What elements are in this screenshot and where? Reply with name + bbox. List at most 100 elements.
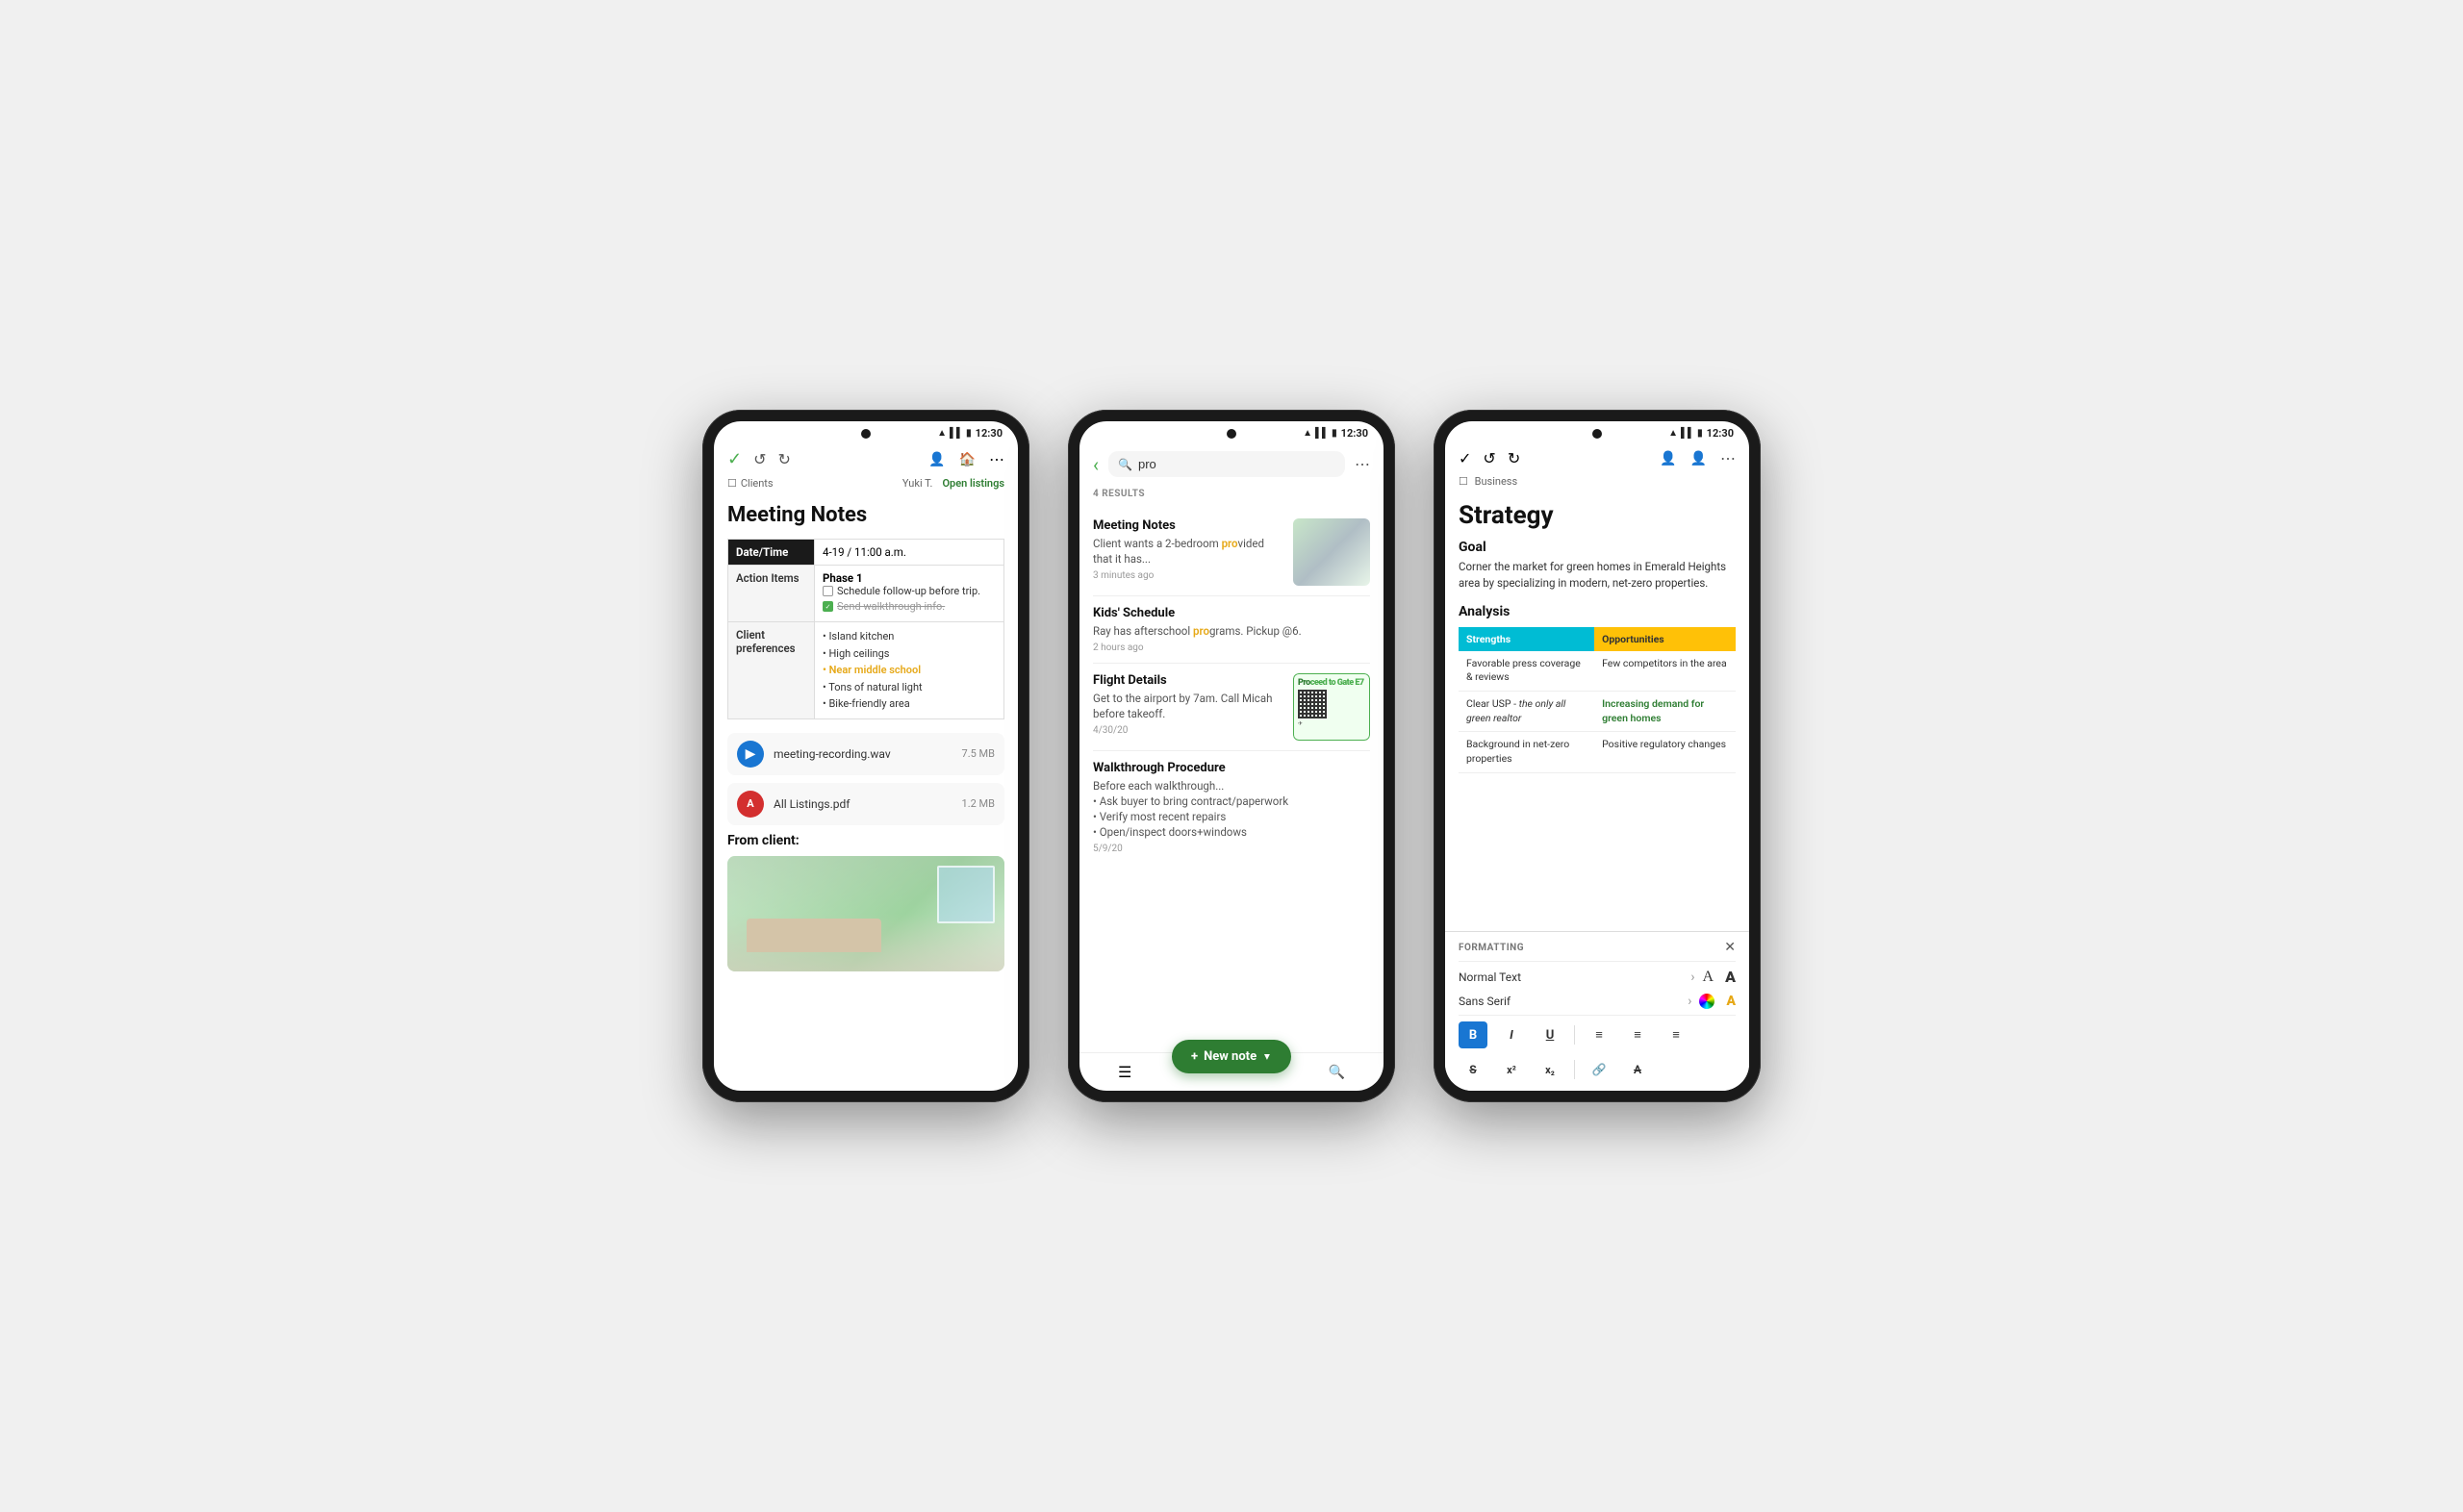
checkbox-label-2: Send walkthrough info. [837, 600, 945, 613]
search-result-1[interactable]: Meeting Notes Client wants a 2-bedroom p… [1093, 509, 1370, 596]
check-button-3[interactable]: ✓ [1459, 449, 1471, 467]
time-3: 12:30 [1707, 427, 1734, 440]
result-2-title: Kids' Schedule [1093, 606, 1370, 620]
new-note-fab[interactable]: + New note ▲ [1172, 1040, 1291, 1073]
strengths-header: Strengths [1459, 627, 1594, 651]
sans-serif-label: Sans Serif [1459, 995, 1680, 1008]
checkbox-label-1: Schedule follow-up before trip. [837, 585, 980, 597]
sans-serif-row[interactable]: Sans Serif › A [1445, 990, 1749, 1013]
goal-text: Corner the market for green homes in Eme… [1459, 559, 1736, 592]
result-3-thumb: Proceed to Gate E7 ✈ [1293, 673, 1370, 741]
battery-icon-3: ▮ [1697, 428, 1703, 439]
normal-text-row[interactable]: Normal Text › A A [1445, 964, 1749, 990]
align-left-button[interactable]: ≡ [1585, 1021, 1613, 1048]
result-3-title: Flight Details [1093, 673, 1283, 688]
signal-icons-1: ▲ ▌▌ ▮ [937, 428, 972, 439]
result-1-highlight: pro [1222, 537, 1238, 550]
battery-icon-1: ▮ [966, 428, 972, 439]
phones-container: ▲ ▌▌ ▮ 12:30 ✓ ↺ ↻ 👤 🏠 ⋯ ☐ [702, 410, 1761, 1102]
thumb-room [1293, 518, 1370, 586]
color-picker-dot[interactable] [1699, 994, 1714, 1009]
bold-button[interactable]: B [1459, 1021, 1487, 1048]
result-4-text: Walkthrough Procedure Before each walkth… [1093, 761, 1370, 854]
strikethrough-button[interactable]: S [1459, 1056, 1487, 1083]
analysis-table: Strengths Opportunities Favorable press … [1459, 627, 1736, 773]
check-button-1[interactable]: ✓ [727, 449, 742, 469]
serif-font-icon[interactable]: A [1703, 969, 1714, 986]
analysis-header-row: Strengths Opportunities [1459, 627, 1736, 651]
align-center-button[interactable]: ≡ [1623, 1021, 1652, 1048]
pref-4: • Tons of natural light [823, 679, 996, 696]
add-person-icon-3[interactable]: 👤 [1690, 451, 1707, 466]
back-button-2[interactable]: ‹ [1093, 453, 1099, 476]
from-client-heading: From client: [727, 833, 1004, 848]
right-icons-3: 👤 👤 ⋯ [1660, 449, 1736, 467]
search-input[interactable] [1138, 457, 1335, 471]
subscript-button[interactable]: x₂ [1536, 1056, 1564, 1083]
italic-button[interactable]: I [1497, 1021, 1526, 1048]
phone-1-screen: ▲ ▌▌ ▮ 12:30 ✓ ↺ ↻ 👤 🏠 ⋯ ☐ [714, 421, 1018, 1091]
breadcrumb-icon-1: ☐ [727, 477, 737, 490]
phase-text: Phase 1 [823, 571, 996, 585]
formatting-close-button[interactable]: ✕ [1724, 940, 1736, 955]
status-bar-1: ▲ ▌▌ ▮ 12:30 [714, 421, 1018, 443]
search-result-4[interactable]: Walkthrough Procedure Before each walkth… [1093, 751, 1370, 864]
add-person-icon-1[interactable]: 👤 [928, 452, 945, 467]
divider-2 [1459, 1015, 1736, 1016]
redo-button-3[interactable]: ↻ [1508, 449, 1520, 467]
checkbox-2[interactable]: ✓ [823, 601, 833, 612]
signal-icon-1: ▌▌ [950, 428, 963, 439]
search-result-3[interactable]: Flight Details Get to the airport by 7am… [1093, 664, 1370, 751]
datetime-header: Date/Time [728, 540, 815, 566]
prefs-label: Client preferences [728, 622, 815, 719]
format-toolbar: B I U ≡ ≡ ≡ [1445, 1018, 1749, 1052]
search-icon-bottom-2[interactable]: 🔍 [1329, 1065, 1345, 1080]
normal-text-chevron: › [1690, 970, 1694, 985]
table-row-action: Action Items Phase 1 Schedule follow-up … [728, 566, 1004, 622]
underline-button[interactable]: U [1536, 1021, 1564, 1048]
checkbox-1[interactable] [823, 586, 833, 596]
fab-label: New note [1204, 1049, 1257, 1064]
formatting-header: FORMATTING ✕ [1445, 932, 1749, 959]
more-button-1[interactable]: ⋯ [989, 450, 1004, 468]
undo-button-1[interactable]: ↺ [753, 450, 766, 468]
datetime-value: 4-19 / 11:00 a.m. [815, 540, 1004, 566]
wifi-icon-1: ▲ [937, 428, 947, 439]
home-icon-1[interactable]: 🏠 [959, 452, 976, 467]
phone-3: ▲ ▌▌ ▮ 12:30 ✓ ↺ ↻ 👤 👤 ⋯ ☐ Bu [1434, 410, 1761, 1102]
search-result-2[interactable]: Kids' Schedule Ray has afterschool progr… [1093, 596, 1370, 664]
result-2-time: 2 hours ago [1093, 643, 1370, 653]
more-button-2[interactable]: ⋯ [1355, 455, 1370, 473]
analysis-row-1: Favorable press coverage & reviews Few c… [1459, 651, 1736, 692]
formatting-title: FORMATTING [1459, 943, 1524, 953]
more-button-3[interactable]: ⋯ [1720, 449, 1736, 467]
opp-3: Positive regulatory changes [1594, 732, 1736, 772]
attachment-wav-name: meeting-recording.wav [774, 747, 952, 761]
action-value: Phase 1 Schedule follow-up before trip. … [815, 566, 1004, 622]
superscript-button[interactable]: x² [1497, 1056, 1526, 1083]
notes-table: Date/Time 4-19 / 11:00 a.m. Action Items… [727, 539, 1004, 719]
phone-3-screen: ▲ ▌▌ ▮ 12:30 ✓ ↺ ↻ 👤 👤 ⋯ ☐ Bu [1445, 421, 1749, 1091]
clear-format-button[interactable]: A [1623, 1056, 1652, 1083]
breadcrumb-action-1[interactable]: Open listings [942, 477, 1004, 490]
strength-2: Clear USP - the only all green realtor [1459, 691, 1594, 731]
toolbar-3: ✓ ↺ ↻ 👤 👤 ⋯ [1445, 443, 1749, 473]
search-bar[interactable]: 🔍 [1108, 451, 1345, 477]
checkbox-item-2[interactable]: ✓ Send walkthrough info. [823, 600, 996, 613]
strategy-title: Strategy [1459, 501, 1736, 530]
play-icon: ▶ [737, 741, 764, 768]
client-image [727, 856, 1004, 971]
attachment-pdf[interactable]: A All Listings.pdf 1.2 MB [727, 783, 1004, 825]
sans-font-icon[interactable]: A [1725, 968, 1736, 986]
result-1-snippet: Client wants a 2-bedroom provided that i… [1093, 536, 1283, 567]
result-3-snippet: Get to the airport by 7am. Call Micah be… [1093, 691, 1283, 721]
person-icon-3[interactable]: 👤 [1660, 451, 1676, 466]
redo-button-1[interactable]: ↻ [778, 450, 791, 468]
opportunities-header: Opportunities [1594, 627, 1736, 651]
align-right-button[interactable]: ≡ [1662, 1021, 1690, 1048]
link-button[interactable]: 🔗 [1585, 1056, 1613, 1083]
undo-button-3[interactable]: ↺ [1483, 449, 1495, 467]
checkbox-item-1[interactable]: Schedule follow-up before trip. [823, 585, 996, 597]
attachment-wav[interactable]: ▶ meeting-recording.wav 7.5 MB [727, 733, 1004, 775]
menu-icon-2[interactable]: ☰ [1118, 1063, 1131, 1081]
